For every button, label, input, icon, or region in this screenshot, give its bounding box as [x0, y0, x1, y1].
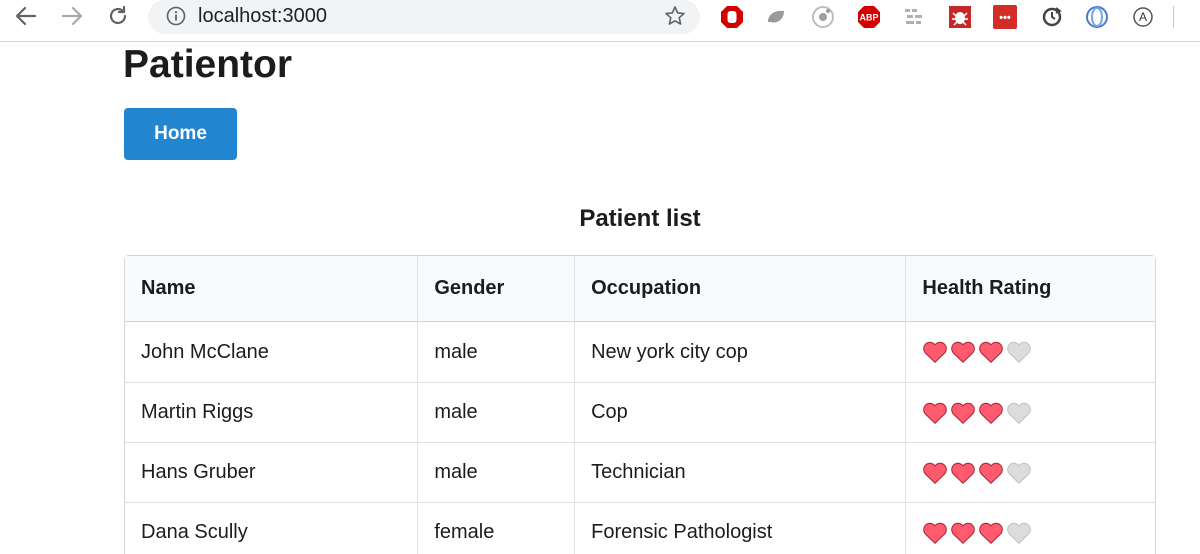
column-header-health-rating[interactable]: Health Rating: [905, 256, 1155, 322]
heart-filled-icon: [979, 522, 1004, 544]
heart-filled-icon: [951, 462, 976, 484]
heart-empty-icon: [1007, 402, 1032, 424]
health-rating-cell: [905, 442, 1155, 502]
heart-empty-icon: [1007, 341, 1032, 364]
heart-filled-icon: [951, 341, 976, 364]
browser-toolbar: localhost:3000 ABP ••• A: [0, 0, 1200, 42]
patient-gender-cell: male: [417, 382, 575, 442]
column-header-name[interactable]: Name: [125, 256, 418, 322]
ublock-icon[interactable]: [720, 5, 744, 29]
reload-icon[interactable]: [102, 4, 134, 28]
health-rating-hearts: [922, 340, 1139, 364]
clock-extension-icon[interactable]: [1040, 5, 1064, 29]
heart-filled-icon: [979, 341, 1004, 364]
patient-name-cell[interactable]: Hans Gruber: [125, 442, 418, 502]
bug-extension-icon[interactable]: [948, 5, 972, 29]
adblock-plus-icon[interactable]: ABP: [857, 5, 881, 29]
leaf-extension-icon[interactable]: [764, 5, 788, 29]
patient-gender-cell: female: [417, 502, 575, 554]
table-row[interactable]: Martin Riggs male Cop: [125, 382, 1155, 442]
table-header-row: Name Gender Occupation Health Rating: [125, 256, 1155, 322]
heart-filled-icon: [951, 522, 976, 544]
heart-filled-icon: [979, 402, 1004, 424]
forward-arrow-icon[interactable]: [56, 4, 88, 28]
patient-list-heading: Patient list: [579, 205, 701, 232]
back-arrow-icon[interactable]: [10, 4, 42, 28]
heart-empty-icon: [1007, 462, 1032, 484]
ring-extension-icon[interactable]: [1085, 5, 1109, 29]
health-rating-cell: [905, 502, 1155, 554]
patient-occupation-cell: Forensic Pathologist: [574, 502, 906, 554]
heart-filled-icon: [923, 462, 948, 484]
table-row[interactable]: John McClane male New york city cop: [125, 322, 1155, 382]
address-bar[interactable]: localhost:3000: [148, 0, 700, 34]
patient-occupation-cell: Cop: [574, 382, 906, 442]
patient-name-cell[interactable]: Martin Riggs: [125, 382, 418, 442]
home-button[interactable]: Home: [124, 108, 237, 160]
table-row[interactable]: Hans Gruber male Technician: [125, 442, 1155, 502]
heart-filled-icon: [979, 462, 1004, 484]
patient-gender-cell: male: [417, 442, 575, 502]
url-text[interactable]: localhost:3000: [198, 4, 327, 28]
health-rating-cell: [905, 322, 1155, 382]
patient-occupation-cell: Technician: [574, 442, 906, 502]
table-row[interactable]: Dana Scully female Forensic Pathologist: [125, 502, 1155, 554]
patient-name-cell[interactable]: Dana Scully: [125, 502, 418, 554]
patient-name-cell[interactable]: John McClane: [125, 322, 417, 382]
grid-extension-icon[interactable]: [902, 5, 926, 29]
heart-empty-icon: [1007, 522, 1032, 544]
patient-occupation-cell: New york city cop: [574, 322, 905, 382]
heart-filled-icon: [923, 402, 948, 424]
toolbar-divider: [1173, 6, 1174, 28]
health-rating-hearts: [922, 401, 1139, 425]
circle-extension-icon[interactable]: [811, 5, 835, 29]
health-rating-cell: [905, 382, 1155, 442]
health-rating-hearts: [922, 461, 1139, 485]
heart-filled-icon: [923, 341, 948, 364]
column-header-occupation[interactable]: Occupation: [574, 256, 906, 322]
patient-table: Name Gender Occupation Health Rating Joh…: [124, 255, 1156, 554]
heart-filled-icon: [951, 402, 976, 424]
app-title: Patientor: [123, 43, 293, 86]
a-extension-label: A: [1139, 10, 1147, 24]
lastpass-label: •••: [999, 12, 1011, 24]
heart-filled-icon: [923, 522, 948, 544]
a-extension-icon[interactable]: A: [1131, 5, 1155, 29]
abp-label: ABP: [859, 13, 878, 23]
health-rating-hearts: [922, 521, 1139, 545]
patient-gender-cell: male: [417, 322, 574, 382]
star-icon[interactable]: [664, 5, 686, 27]
info-icon[interactable]: [166, 6, 186, 26]
column-header-gender[interactable]: Gender: [417, 256, 575, 322]
lastpass-icon[interactable]: •••: [993, 5, 1017, 29]
